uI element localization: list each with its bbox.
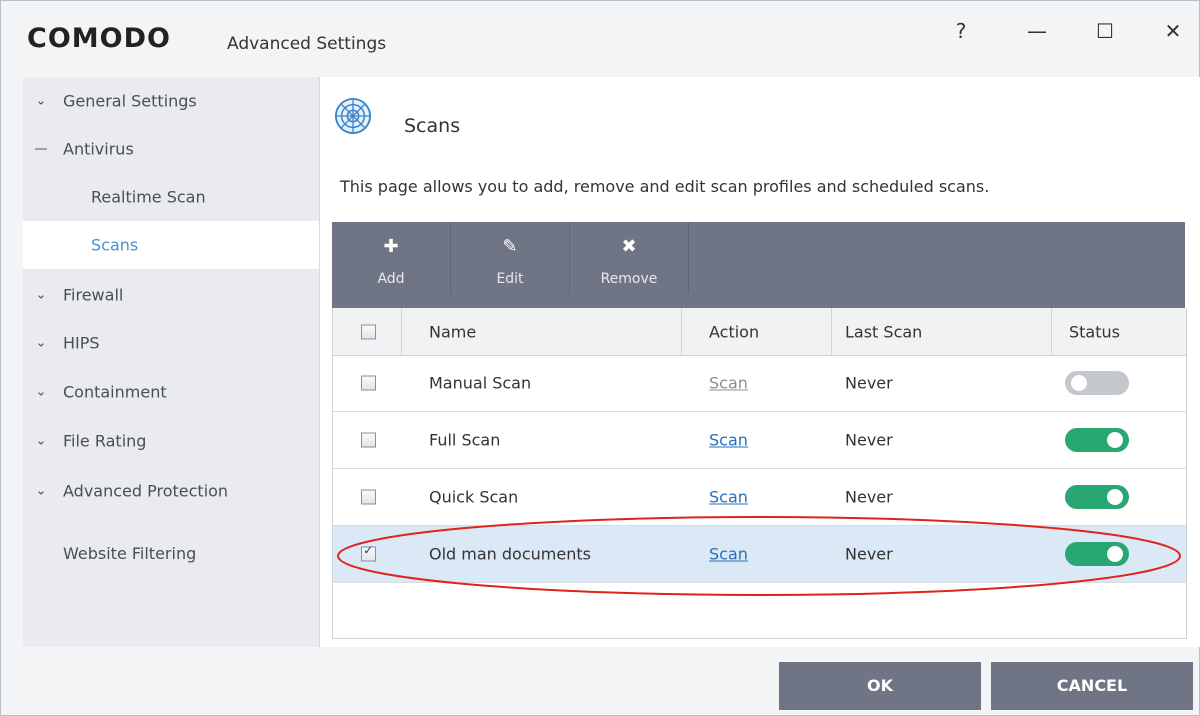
- comodo-logo: COMODO: [27, 23, 171, 54]
- sidebar-item-label: Containment: [63, 382, 167, 402]
- sidebar-item-website-filtering[interactable]: Website Filtering: [23, 544, 319, 592]
- scans-radar-icon: [334, 97, 372, 135]
- scans-content-panel: Scans This page allows you to add, remov…: [319, 77, 1200, 647]
- scans-table: Name Action Last Scan Status Manual Scan…: [332, 308, 1187, 639]
- sidebar-item-label: Scans: [91, 235, 139, 255]
- title-bar: COMODO Advanced Settings ? — ☐ ✕: [1, 1, 1199, 69]
- settings-sidebar: ⌄ General Settings — Antivirus Realtime …: [23, 77, 319, 647]
- row-checkbox[interactable]: [361, 489, 376, 505]
- scan-toolbar: ✚ Add ✎ Edit ✖ Remove: [332, 222, 1185, 308]
- maximize-button[interactable]: ☐: [1085, 19, 1125, 43]
- help-button[interactable]: ?: [941, 19, 981, 43]
- chevron-down-icon: ⌄: [35, 384, 47, 400]
- collapse-dash-icon: —: [34, 141, 48, 157]
- last-scan-value: Never: [845, 430, 893, 450]
- scan-action-link[interactable]: Scan: [709, 545, 748, 564]
- status-toggle[interactable]: [1065, 485, 1129, 509]
- column-header-last-scan[interactable]: Last Scan: [845, 322, 922, 341]
- chevron-down-icon: ⌄: [35, 287, 47, 303]
- sidebar-item-advanced-protection[interactable]: ⌄ Advanced Protection: [23, 467, 319, 515]
- sidebar-item-label: Firewall: [63, 285, 124, 305]
- page-title: Scans: [404, 115, 461, 137]
- sidebar-item-general-settings[interactable]: ⌄ General Settings: [23, 77, 319, 125]
- add-button[interactable]: ✚ Add: [332, 222, 451, 294]
- sidebar-item-label: Website Filtering: [63, 544, 197, 563]
- plus-icon: ✚: [383, 236, 399, 257]
- chevron-down-icon: ⌄: [35, 335, 47, 351]
- sidebar-item-file-rating[interactable]: ⌄ File Rating: [23, 417, 319, 465]
- status-toggle[interactable]: [1065, 542, 1129, 566]
- add-button-label: Add: [377, 271, 405, 287]
- close-button[interactable]: ✕: [1153, 19, 1193, 43]
- status-toggle[interactable]: [1065, 428, 1129, 452]
- column-header-status[interactable]: Status: [1069, 322, 1120, 341]
- sidebar-item-label: General Settings: [63, 91, 197, 111]
- pencil-icon: ✎: [502, 236, 518, 257]
- scan-name: Old man documents: [429, 544, 591, 564]
- scan-action-link[interactable]: Scan: [709, 488, 748, 507]
- sidebar-item-label: HIPS: [63, 333, 100, 353]
- row-checkbox[interactable]: [361, 432, 376, 448]
- sidebar-item-label: Antivirus: [63, 139, 134, 159]
- status-toggle[interactable]: [1065, 371, 1129, 395]
- table-header-row: Name Action Last Scan Status: [333, 308, 1186, 356]
- sidebar-item-hips[interactable]: ⌄ HIPS: [23, 319, 319, 367]
- sidebar-item-containment[interactable]: ⌄ Containment: [23, 368, 319, 416]
- scan-name: Manual Scan: [429, 373, 532, 393]
- column-header-name[interactable]: Name: [429, 322, 476, 341]
- table-row[interactable]: Full Scan Scan Never: [333, 412, 1186, 469]
- table-row-selected[interactable]: Old man documents Scan Never: [333, 526, 1186, 583]
- sidebar-item-antivirus[interactable]: — Antivirus: [23, 125, 319, 173]
- ok-button[interactable]: OK: [779, 662, 981, 710]
- row-checkbox[interactable]: [361, 375, 376, 391]
- scan-name: Full Scan: [429, 430, 501, 450]
- edit-button[interactable]: ✎ Edit: [451, 222, 570, 294]
- advanced-settings-window: COMODO Advanced Settings ? — ☐ ✕ ⌄ Gener…: [0, 0, 1200, 716]
- sidebar-item-scans[interactable]: Scans: [23, 221, 319, 269]
- scan-name: Quick Scan: [429, 487, 519, 507]
- cancel-button[interactable]: CANCEL: [991, 662, 1193, 710]
- sidebar-item-label: Advanced Protection: [63, 481, 229, 501]
- last-scan-value: Never: [845, 373, 893, 393]
- chevron-down-icon: ⌄: [35, 433, 47, 449]
- x-icon: ✖: [621, 236, 637, 257]
- sidebar-item-label: File Rating: [63, 431, 147, 451]
- scan-action-link[interactable]: Scan: [709, 431, 748, 450]
- page-description: This page allows you to add, remove and …: [340, 177, 990, 196]
- chevron-down-icon: ⌄: [35, 93, 47, 109]
- table-row[interactable]: Quick Scan Scan Never: [333, 469, 1186, 526]
- sidebar-item-realtime-scan[interactable]: Realtime Scan: [23, 173, 319, 221]
- scan-action-link[interactable]: Scan: [709, 374, 748, 393]
- last-scan-value: Never: [845, 544, 893, 564]
- table-row[interactable]: Manual Scan Scan Never: [333, 355, 1186, 412]
- remove-button-label: Remove: [600, 271, 658, 287]
- window-subtitle: Advanced Settings: [227, 34, 387, 54]
- remove-button[interactable]: ✖ Remove: [570, 222, 689, 294]
- row-checkbox-checked[interactable]: [361, 544, 376, 562]
- minimize-button[interactable]: —: [1017, 19, 1057, 43]
- column-header-action[interactable]: Action: [709, 322, 759, 341]
- chevron-down-icon: ⌄: [35, 483, 47, 499]
- edit-button-label: Edit: [496, 271, 524, 287]
- sidebar-item-firewall[interactable]: ⌄ Firewall: [23, 271, 319, 319]
- select-all-checkbox[interactable]: [361, 324, 376, 339]
- sidebar-item-label: Realtime Scan: [91, 187, 206, 207]
- last-scan-value: Never: [845, 487, 893, 507]
